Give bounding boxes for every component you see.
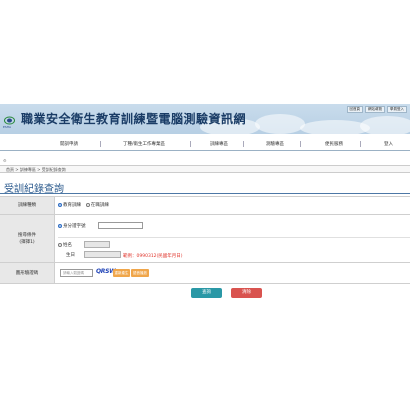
top-link-login[interactable]: 學員登入: [387, 106, 407, 113]
logo-text: ESHA: [3, 125, 12, 129]
radio-id-number-label[interactable]: 身分證字號: [63, 224, 86, 229]
birth-input[interactable]: [84, 251, 121, 258]
site-logo-icon[interactable]: [4, 116, 15, 125]
radio-on-the-job-training-label[interactable]: 在職訓練: [91, 203, 109, 208]
query-condition-label: 搜尋條件 (擇擇1): [0, 215, 55, 262]
nav-separator: [243, 141, 244, 147]
birth-format-hint: 範例：0990312(民國年月日): [123, 254, 183, 259]
condition-divider: [58, 237, 410, 238]
training-type-label: 訓練種類: [0, 197, 55, 214]
training-type-row: 訓練種類 教育訓練 在職訓練: [0, 197, 410, 215]
id-number-input[interactable]: [98, 222, 143, 229]
training-type-options: 教育訓練 在職訓練: [58, 202, 109, 208]
radio-name-birth[interactable]: [58, 242, 62, 247]
title-divider: [0, 193, 410, 194]
nav-item-course-application[interactable]: 開訓申請: [60, 141, 78, 147]
id-option: 身分證字號: [58, 223, 86, 229]
name-option: 姓名: [58, 242, 72, 248]
radio-education-training-label[interactable]: 教育訓練: [63, 203, 81, 208]
radio-education-training[interactable]: [58, 202, 62, 207]
nav-separator: [300, 141, 301, 147]
radio-id-number[interactable]: [58, 223, 62, 228]
name-label: 姓名: [63, 243, 72, 248]
search-button[interactable]: 查詢: [191, 288, 222, 298]
nav-separator: [190, 141, 191, 147]
top-link-sitemap[interactable]: 網站導覽: [365, 106, 385, 113]
audio-captcha-button[interactable]: 語音播放: [131, 269, 149, 277]
site-title[interactable]: 職業安全衛生教育訓練暨電腦測驗資訊網: [21, 110, 246, 127]
top-link-home[interactable]: 回首頁: [346, 106, 363, 113]
breadcrumb: 首頁 > 訓練專區 > 受訓紀錄查詢: [0, 165, 410, 173]
top-links: 回首頁 網站導覽 學員登入: [346, 106, 407, 113]
captcha-image: QRSW: [96, 268, 116, 275]
birth-label: 生日: [66, 253, 75, 258]
captcha-input[interactable]: 請輸入驗證碼: [60, 269, 93, 277]
query-condition-row: 搜尋條件 (擇擇1) 身分證字號 姓名 生日: [0, 215, 410, 263]
radio-on-the-job-training[interactable]: [85, 202, 90, 207]
nav-item-public-services[interactable]: 便民服務: [325, 141, 343, 147]
nav-item-professional-zone[interactable]: 丁種/衛生工作專業區: [123, 141, 165, 147]
nav-separator: [100, 141, 101, 147]
captcha-label: 圖形驗證碼: [0, 263, 55, 283]
nav-item-exam-zone[interactable]: 測驗專區: [266, 141, 284, 147]
refresh-captcha-button[interactable]: 重新產生驗證碼: [113, 269, 130, 283]
name-input[interactable]: [84, 241, 110, 248]
nav-separator: [360, 141, 361, 147]
nav-item-training-zone[interactable]: 訓練專區: [210, 141, 228, 147]
clear-button[interactable]: 清除: [231, 288, 262, 298]
settings-icon[interactable]: ⚙: [3, 158, 7, 163]
nav-item-login[interactable]: 登入: [384, 141, 393, 147]
